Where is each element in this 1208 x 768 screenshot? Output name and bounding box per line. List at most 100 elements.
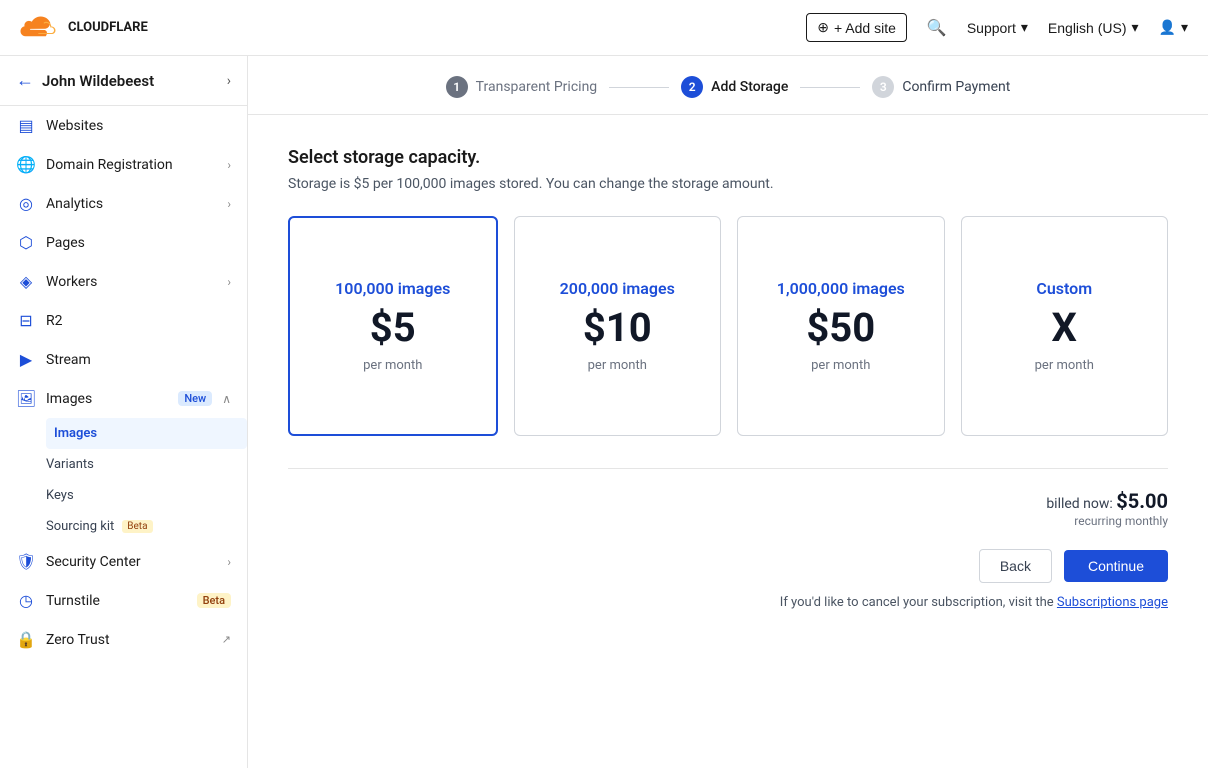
support-label: Support xyxy=(967,20,1016,36)
cancel-text-label: If you'd like to cancel your subscriptio… xyxy=(780,595,1054,610)
sub-item-label: Variants xyxy=(46,457,94,472)
add-site-label: + Add site xyxy=(834,20,896,36)
beta-badge: Beta xyxy=(197,593,231,608)
images-icon: 🖼 xyxy=(16,389,36,408)
domain-icon: 🌐 xyxy=(16,155,36,174)
step-divider-1 xyxy=(609,87,669,88)
plan-100k-card[interactable]: 100,000 images $5 per month xyxy=(288,216,498,436)
sidebar-item-label: Workers xyxy=(46,274,217,290)
forward-arrow-icon[interactable]: › xyxy=(227,73,231,89)
images-submenu: Images Variants Keys Sourcing kit Beta xyxy=(0,418,247,542)
step-3-label: Confirm Payment xyxy=(902,79,1010,95)
sidebar-item-label: Zero Trust xyxy=(46,632,212,648)
analytics-icon: ◎ xyxy=(16,194,36,213)
user-icon: 👤 xyxy=(1159,19,1176,36)
sidebar-item-zero-trust[interactable]: 🔒 Zero Trust ↗ xyxy=(0,620,247,659)
plan-1m-title: 1,000,000 images xyxy=(777,279,905,298)
language-button[interactable]: English (US) ▾ xyxy=(1048,19,1139,36)
sidebar-item-stream[interactable]: ▶ Stream xyxy=(0,340,247,379)
section-divider xyxy=(288,468,1168,469)
billing-label: billed now: xyxy=(1046,496,1113,512)
billing-summary: billed now: $5.00 recurring monthly xyxy=(288,489,1168,529)
stream-icon: ▶ xyxy=(16,350,36,369)
sidebar-item-label: Analytics xyxy=(46,196,217,212)
section-title: Select storage capacity. xyxy=(288,147,1168,168)
section-subtitle: Storage is $5 per 100,000 images stored.… xyxy=(288,176,1168,192)
sub-item-label: Keys xyxy=(46,488,74,503)
sidebar-sub-item-sourcing-kit[interactable]: Sourcing kit Beta xyxy=(46,511,247,542)
search-icon[interactable]: 🔍 xyxy=(927,18,947,37)
sidebar: ← John Wildebeest › ▤ Websites 🌐 Domain … xyxy=(0,56,248,768)
plan-custom-card[interactable]: Custom X per month xyxy=(961,216,1169,436)
sidebar-item-label: Images xyxy=(46,391,168,407)
sidebar-item-label: Stream xyxy=(46,352,231,368)
step-1-label: Transparent Pricing xyxy=(476,79,598,95)
support-button[interactable]: Support ▾ xyxy=(967,19,1028,36)
user-menu-button[interactable]: 👤 ▾ xyxy=(1159,19,1188,36)
sidebar-item-r2[interactable]: ⊟ R2 xyxy=(0,301,247,340)
sidebar-item-security-center[interactable]: 🛡 Security Center › xyxy=(0,542,247,581)
plan-1m-unit: per month xyxy=(811,358,870,373)
sidebar-item-turnstile[interactable]: ◷ Turnstile Beta xyxy=(0,581,247,620)
step-divider-2 xyxy=(800,87,860,88)
plan-custom-unit: per month xyxy=(1035,358,1094,373)
plan-custom-price: X xyxy=(1052,306,1077,350)
r2-icon: ⊟ xyxy=(16,311,36,330)
chevron-down-icon: › xyxy=(227,275,231,289)
wizard-steps: 1 Transparent Pricing 2 Add Storage 3 Co… xyxy=(248,56,1208,115)
turnstile-icon: ◷ xyxy=(16,591,36,610)
subscriptions-page-link[interactable]: Subscriptions page xyxy=(1057,595,1168,610)
storage-selection-content: Select storage capacity. Storage is $5 p… xyxy=(248,115,1208,768)
plan-custom-title: Custom xyxy=(1036,279,1092,298)
chevron-down-icon: › xyxy=(227,555,231,569)
billing-recurring: recurring monthly xyxy=(1074,514,1168,528)
cancel-subscription-text: If you'd like to cancel your subscriptio… xyxy=(288,595,1168,610)
plan-200k-title: 200,000 images xyxy=(560,279,675,298)
language-chevron-icon: ▾ xyxy=(1132,19,1139,36)
sidebar-user[interactable]: ← John Wildebeest › xyxy=(0,56,247,106)
step-2-number: 2 xyxy=(681,76,703,98)
plan-1m-card[interactable]: 1,000,000 images $50 per month xyxy=(737,216,945,436)
step-1-number: 1 xyxy=(446,76,468,98)
sidebar-item-label: R2 xyxy=(46,313,231,329)
sidebar-item-workers[interactable]: ◈ Workers › xyxy=(0,262,247,301)
external-link-icon: ↗ xyxy=(222,633,231,646)
sidebar-item-domain-registration[interactable]: 🌐 Domain Registration › xyxy=(0,145,247,184)
sidebar-sub-item-variants[interactable]: Variants xyxy=(46,449,247,480)
zero-trust-icon: 🔒 xyxy=(16,630,36,649)
workers-icon: ◈ xyxy=(16,272,36,291)
sidebar-item-websites[interactable]: ▤ Websites xyxy=(0,106,247,145)
sidebar-item-label: Pages xyxy=(46,235,231,251)
pages-icon: ⬡ xyxy=(16,233,36,252)
plan-100k-price: $5 xyxy=(370,306,416,350)
chevron-down-icon: › xyxy=(227,158,231,172)
sub-item-label: Sourcing kit xyxy=(46,519,114,534)
websites-icon: ▤ xyxy=(16,116,36,135)
continue-button[interactable]: Continue xyxy=(1064,550,1168,582)
logo[interactable]: CLOUDFLARE xyxy=(20,15,148,41)
actions-row: Back Continue xyxy=(288,549,1168,583)
language-label: English (US) xyxy=(1048,20,1127,36)
sidebar-item-analytics[interactable]: ◎ Analytics › xyxy=(0,184,247,223)
back-button[interactable]: Back xyxy=(979,549,1052,583)
step-2-label: Add Storage xyxy=(711,79,788,95)
security-icon: 🛡 xyxy=(16,552,36,571)
sidebar-item-pages[interactable]: ⬡ Pages xyxy=(0,223,247,262)
sidebar-sub-item-images[interactable]: Images xyxy=(46,418,247,449)
beta-badge: Beta xyxy=(122,520,152,533)
chevron-up-icon: ∧ xyxy=(222,392,231,406)
step-transparent-pricing[interactable]: 1 Transparent Pricing xyxy=(446,76,598,98)
plan-200k-card[interactable]: 200,000 images $10 per month xyxy=(514,216,722,436)
sub-item-label: Images xyxy=(54,426,97,441)
step-confirm-payment[interactable]: 3 Confirm Payment xyxy=(872,76,1010,98)
back-arrow-icon[interactable]: ← xyxy=(16,70,34,91)
main-content: 1 Transparent Pricing 2 Add Storage 3 Co… xyxy=(248,56,1208,768)
new-badge: New xyxy=(178,391,212,406)
top-navigation: CLOUDFLARE ⊕ + Add site 🔍 Support ▾ Engl… xyxy=(0,0,1208,56)
sidebar-item-images[interactable]: 🖼 Images New ∧ xyxy=(0,379,247,418)
plan-200k-price: $10 xyxy=(583,306,652,350)
logo-text: CLOUDFLARE xyxy=(68,20,148,35)
add-site-button[interactable]: ⊕ + Add site xyxy=(806,13,907,42)
step-add-storage[interactable]: 2 Add Storage xyxy=(681,76,788,98)
sidebar-sub-item-keys[interactable]: Keys xyxy=(46,480,247,511)
